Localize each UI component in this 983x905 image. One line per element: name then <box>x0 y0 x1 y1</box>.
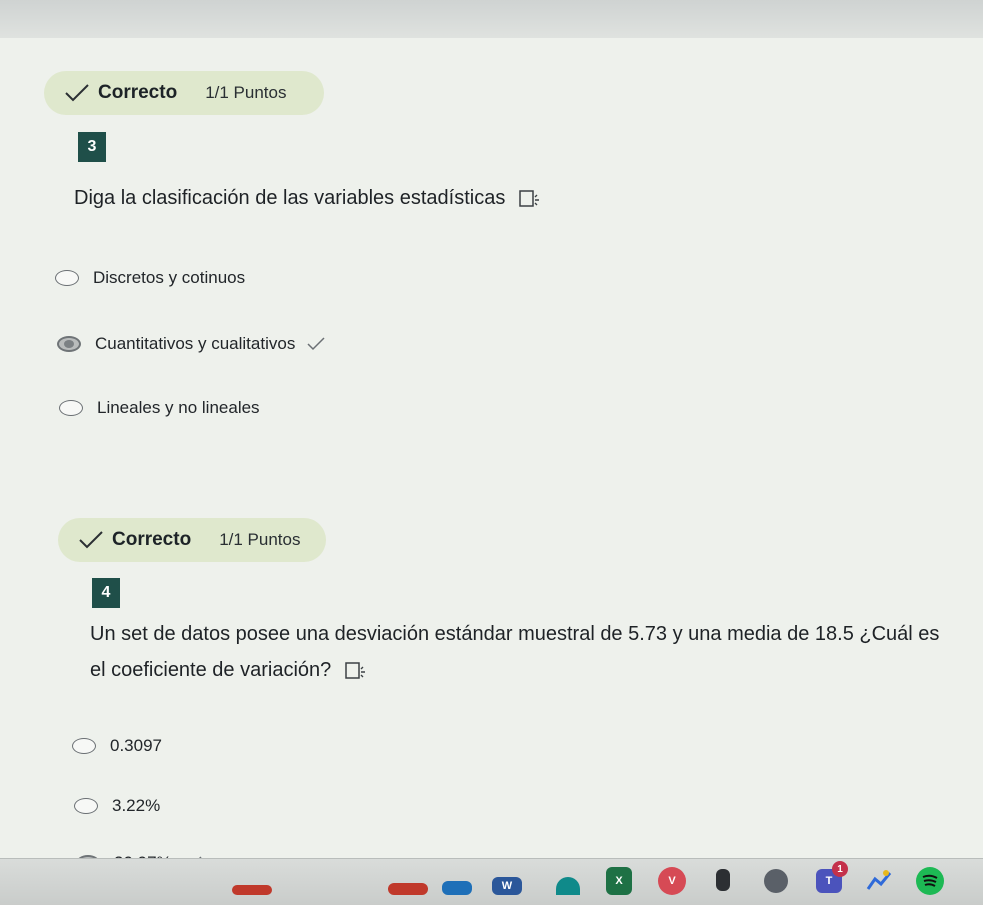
radio-button[interactable] <box>74 798 98 814</box>
edge-icon[interactable] <box>556 877 580 895</box>
q4-option-1[interactable]: 0.3097 <box>72 736 162 756</box>
q3-points: 1/1 Puntos <box>205 83 287 102</box>
settings-icon[interactable] <box>764 869 788 893</box>
q4-question-line1: Un set de datos posee una desviación est… <box>90 623 940 645</box>
screen: Correcto 1/1 Puntos 3 Diga la clasificac… <box>0 0 983 905</box>
app-icon-red[interactable] <box>388 883 428 895</box>
q4-status-label: Correcto <box>112 529 192 550</box>
q3-status-label: Correcto <box>98 82 178 103</box>
q4-points: 1/1 Puntos <box>219 530 301 549</box>
q3-option-2[interactable]: Cuantitativos y cualitativos <box>57 334 325 354</box>
immersive-reader-icon[interactable] <box>519 189 541 209</box>
app-icon-red[interactable] <box>232 885 272 895</box>
radio-button[interactable] <box>72 738 96 754</box>
correct-answer-check-icon <box>307 337 325 351</box>
quiz-results-panel: Correcto 1/1 Puntos 3 Diga la clasificac… <box>0 38 983 872</box>
q4-option-2[interactable]: 3.22% <box>74 796 160 816</box>
excel-icon[interactable]: X <box>606 867 632 895</box>
q4-question-line2-row: el coeficiente de variación? <box>90 652 970 688</box>
q3-option-1[interactable]: Discretos y cotinuos <box>55 268 245 288</box>
q3-option-3[interactable]: Lineales y no lineales <box>59 398 260 418</box>
q3-option-3-label: Lineales y no lineales <box>97 398 260 417</box>
q4-number: 4 <box>92 578 120 608</box>
window-top-edge <box>0 0 983 38</box>
chart-icon[interactable] <box>866 869 894 891</box>
checkmark-icon <box>65 84 89 102</box>
app-icon-blue[interactable] <box>442 881 472 895</box>
chart-icon-graphic <box>866 870 892 890</box>
radio-button[interactable] <box>55 270 79 286</box>
q3-number: 3 <box>78 132 106 162</box>
notification-badge: 1 <box>832 861 848 877</box>
media-icon[interactable] <box>716 869 730 891</box>
radio-button-selected[interactable] <box>57 336 81 352</box>
q4-option-2-label: 3.22% <box>112 796 161 815</box>
q3-option-2-label: Cuantitativos y cualitativos <box>95 334 296 353</box>
radio-button[interactable] <box>59 400 83 416</box>
word-icon[interactable]: W <box>492 877 522 895</box>
vivaldi-icon[interactable]: V <box>658 867 686 895</box>
q3-question-text: Diga la clasificación de las variables e… <box>74 180 541 216</box>
q3-correct-badge: Correcto 1/1 Puntos <box>44 71 324 115</box>
spotify-icon[interactable] <box>916 867 944 895</box>
taskbar: W X V T 1 <box>0 858 983 905</box>
q3-question-label: Diga la clasificación de las variables e… <box>74 187 506 209</box>
q4-correct-badge: Correcto 1/1 Puntos <box>58 518 326 562</box>
spotify-waves <box>922 874 938 887</box>
immersive-reader-icon[interactable] <box>345 661 367 681</box>
q4-question-text: Un set de datos posee una desviación est… <box>90 616 970 688</box>
q4-question-line2: el coeficiente de variación? <box>90 659 332 681</box>
q4-option-1-label: 0.3097 <box>110 736 162 755</box>
q3-option-1-label: Discretos y cotinuos <box>93 268 246 287</box>
checkmark-icon <box>79 531 103 549</box>
